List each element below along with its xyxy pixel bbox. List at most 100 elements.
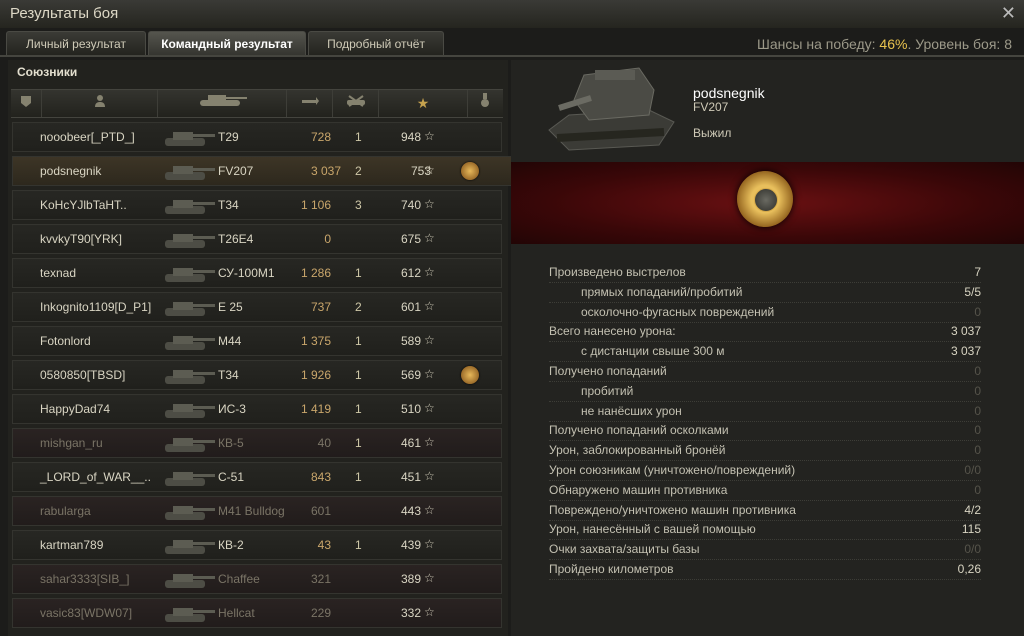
kills-value: 1 — [355, 402, 362, 416]
xp-value: 948 — [400, 130, 421, 144]
kills-value: 1 — [355, 334, 362, 348]
player-column-icon[interactable] — [42, 90, 158, 117]
damage-value: 0 — [324, 232, 331, 246]
table-row[interactable]: KoHcYJlbTaHT.. T34 1 106 3 740 ☆ — [12, 190, 502, 220]
stat-value: 4/2 — [964, 502, 981, 517]
vehicle-icon — [161, 125, 217, 149]
kills-value: 2 — [355, 164, 362, 178]
kills-value: 1 — [355, 538, 362, 552]
vehicle-name: M44 — [218, 334, 242, 348]
tab-personal[interactable]: Личный результат — [6, 31, 146, 55]
stat-value: 0 — [974, 403, 981, 418]
tab-detailed[interactable]: Подробный отчёт — [308, 31, 444, 55]
player-name: kvvkyT90[YRK] — [40, 232, 123, 246]
player-name: HappyDad74 — [40, 402, 111, 416]
vehicle-icon — [161, 295, 217, 319]
win-chances-value: 46% — [879, 36, 908, 52]
xp-value: 601 — [400, 300, 421, 314]
vehicle-icon — [161, 363, 217, 387]
vehicle-name: СУ-100М1 — [218, 266, 275, 280]
table-row[interactable]: sahar3333[SIB_] Chaffee 321 389 ☆ — [12, 564, 502, 594]
vehicle-name: T26E4 — [218, 232, 254, 246]
kills-column-icon[interactable] — [333, 90, 379, 117]
vehicle-icon — [161, 193, 217, 217]
stat-label: прямых попаданий/пробитий — [581, 284, 743, 299]
damage-value: 1 419 — [300, 402, 331, 416]
column-headers: ★ — [11, 89, 503, 118]
stat-label: Получено попаданий осколками — [549, 423, 729, 438]
star-icon: ☆ — [424, 605, 435, 619]
table-row[interactable]: kvvkyT90[YRK] T26E4 0 675 ☆ — [12, 224, 502, 254]
stat-row: с дистанции свыше 300 м 3 037 — [549, 341, 981, 363]
vehicle-name: T29 — [218, 130, 239, 144]
player-name: _LORD_of_WAR__.. — [40, 470, 151, 484]
table-row[interactable]: Fotonlord M44 1 375 1 589 ☆ — [12, 326, 502, 356]
stat-row: Повреждено/уничтожено машин противника 4/… — [549, 500, 981, 521]
table-row[interactable]: nooobeer[_PTD_] T29 728 1 948 ☆ — [12, 122, 502, 152]
xp-value: 569 — [400, 368, 421, 382]
stat-label: Очки захвата/защиты базы — [549, 542, 700, 557]
table-row[interactable]: vasic83[WDW07] Hellcat 229 332 ☆ — [12, 598, 502, 628]
player-name: kartman789 — [40, 538, 104, 552]
table-row[interactable]: kartman789 КВ-2 43 1 439 ☆ — [12, 530, 502, 560]
tab-team[interactable]: Командный результат — [148, 31, 306, 55]
stat-value: 0,26 — [957, 562, 981, 576]
player-status: Выжил — [693, 126, 732, 140]
vehicle-name: Hellcat — [218, 606, 255, 620]
kills-value: 1 — [355, 266, 362, 280]
stat-label: осколочно-фугасных повреждений — [581, 304, 775, 319]
medal-icon[interactable] — [461, 162, 479, 180]
damage-value: 43 — [317, 538, 331, 552]
vehicle-name: С-51 — [218, 470, 245, 484]
star-icon: ☆ — [424, 401, 435, 415]
table-row[interactable]: rabularga M41 Bulldog 601 443 ☆ — [12, 496, 502, 526]
table-row[interactable]: texnad СУ-100М1 1 286 1 612 ☆ — [12, 258, 502, 288]
achievements-column-icon[interactable] — [468, 90, 502, 117]
stat-label: пробитий — [581, 383, 634, 398]
star-icon: ☆ — [424, 163, 435, 177]
achievement-medal-icon[interactable] — [737, 171, 793, 227]
player-name: mishgan_ru — [40, 436, 103, 450]
stat-value: 0 — [974, 482, 981, 497]
damage-column-icon[interactable] — [287, 90, 333, 117]
player-name: vasic83[WDW07] — [40, 606, 133, 620]
player-name: rabularga — [40, 504, 91, 518]
stat-value: 0 — [974, 304, 981, 319]
squad-column-icon[interactable] — [11, 90, 42, 117]
stat-label: Всего нанесено урона: — [549, 324, 676, 339]
star-icon: ☆ — [424, 435, 435, 449]
stat-row: Произведено выстрелов 7 — [549, 262, 981, 283]
win-chances-label: Шансы на победу: — [757, 36, 876, 52]
table-row[interactable]: _LORD_of_WAR__.. С-51 843 1 451 ☆ — [12, 462, 502, 492]
medal-icon[interactable] — [461, 366, 479, 384]
close-icon[interactable]: ✕ — [1001, 3, 1016, 23]
kills-value: 1 — [355, 436, 362, 450]
xp-value: 389 — [400, 572, 421, 586]
table-row[interactable]: mishgan_ru КВ-5 40 1 461 ☆ — [12, 428, 502, 458]
stat-row: Получено попаданий 0 — [549, 361, 981, 382]
vehicle-icon — [161, 567, 217, 591]
xp-value: 740 — [400, 198, 421, 212]
damage-value: 3 037 — [310, 164, 341, 178]
stat-value: 0 — [974, 443, 981, 458]
table-row[interactable]: podsnegnik FV207 3 037 2 753 ☆ — [12, 156, 512, 186]
player-name: KoHcYJlbTaHT.. — [40, 198, 127, 212]
xp-column-icon[interactable]: ★ — [379, 90, 468, 117]
vehicle-column-icon[interactable] — [158, 90, 287, 117]
stat-value: 0/0 — [964, 542, 981, 557]
stat-label: не нанёсших урон — [581, 403, 682, 418]
stat-row: Очки захвата/защиты базы 0/0 — [549, 539, 981, 561]
player-detail-panel: podsnegnik FV207 Выжил Произведено выстр… — [511, 60, 1024, 636]
vehicle-name: M41 Bulldog — [218, 504, 285, 518]
star-icon: ☆ — [424, 571, 435, 585]
vehicle-icon — [161, 159, 217, 183]
vehicle-icon — [161, 397, 217, 421]
xp-value: 443 — [400, 504, 421, 518]
achievement-banner — [511, 162, 1024, 244]
stat-value: 0/0 — [964, 463, 981, 477]
vehicle-name: T34 — [218, 368, 239, 382]
table-row[interactable]: 0580850[TBSD] T34 1 926 1 569 ☆ — [12, 360, 502, 390]
table-row[interactable]: Inkognito1109[D_P1] E 25 737 2 601 ☆ — [12, 292, 502, 322]
xp-value: 612 — [400, 266, 421, 280]
table-row[interactable]: HappyDad74 ИС-3 1 419 1 510 ☆ — [12, 394, 502, 424]
